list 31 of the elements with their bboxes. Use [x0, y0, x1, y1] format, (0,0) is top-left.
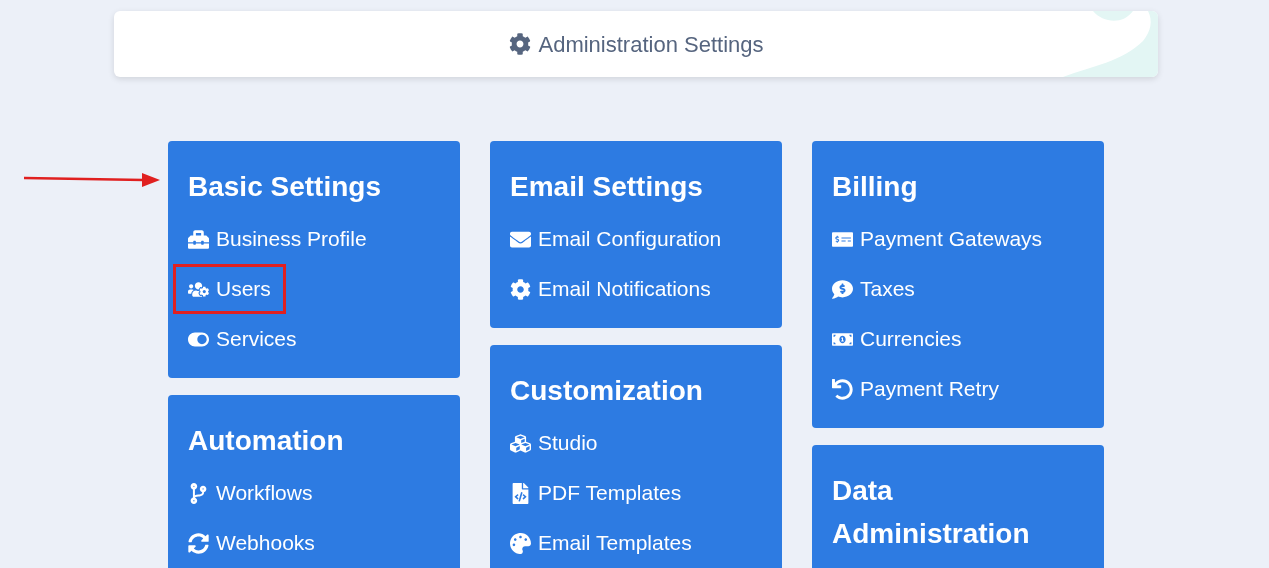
settings-link[interactable]: Email Notifications	[495, 264, 726, 314]
card-title: Billing	[832, 170, 919, 204]
card-title: Data Administration	[832, 474, 1031, 551]
page-title: Administration Settings	[538, 30, 764, 59]
cubes-icon	[510, 432, 531, 454]
palette-icon	[510, 532, 531, 554]
settings-link[interactable]: Email Configuration	[495, 214, 737, 264]
card-title: Email Settings	[510, 170, 704, 204]
settings-link[interactable]: Business Profile	[173, 214, 382, 264]
card-title: Automation	[188, 424, 345, 458]
card-title: Customization	[510, 374, 704, 408]
settings-link[interactable]: Taxes	[817, 264, 930, 314]
undo-icon	[832, 378, 853, 400]
gear-icon	[510, 278, 531, 300]
settings-link[interactable]: Webhooks	[173, 518, 330, 568]
settings-link[interactable]: Users	[173, 264, 286, 314]
dollar-bubble-icon	[832, 278, 853, 300]
branch-icon	[188, 482, 209, 504]
circular-arrows-icon	[188, 532, 209, 554]
card-title: Basic Settings	[188, 170, 382, 204]
code-file-icon	[510, 482, 531, 504]
toolbox-icon	[188, 228, 209, 250]
settings-link[interactable]: Studio	[495, 418, 613, 468]
settings-link[interactable]: Currencies	[817, 314, 977, 364]
settings-link[interactable]: Payment Retry	[817, 364, 1014, 414]
gear-icon	[508, 33, 531, 55]
settings-link[interactable]: Payment Gateways	[817, 214, 1058, 264]
settings-link[interactable]: Services	[173, 314, 312, 364]
settings-link[interactable]: Workflows	[173, 468, 328, 518]
settings-link[interactable]: PDF Templates	[495, 468, 697, 518]
settings-link[interactable]: Email Templates	[495, 518, 707, 568]
